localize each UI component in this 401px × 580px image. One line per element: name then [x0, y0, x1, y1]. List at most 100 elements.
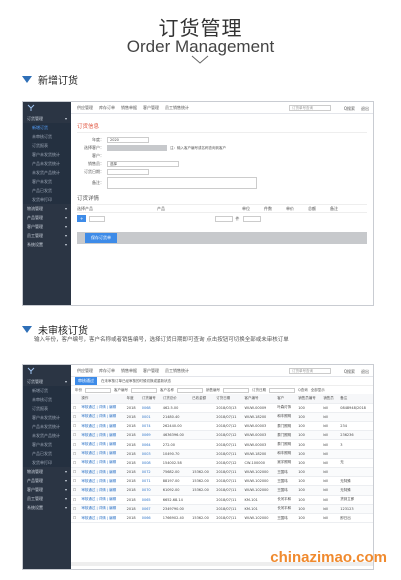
- logout-link[interactable]: 退出: [361, 106, 369, 112]
- filter-label[interactable]: Q查询: [298, 388, 308, 393]
- table-row[interactable]: ☐ 审核通过 | 详情 | 编辑 2018 0067 2349790.00 2018/07…: [71, 504, 373, 514]
- date-input[interactable]: [107, 169, 149, 175]
- row-checkbox[interactable]: ☐: [71, 412, 80, 423]
- table-cell[interactable]: 0001: [139, 412, 161, 423]
- filter-label[interactable]: 全部显示: [311, 388, 325, 393]
- sidebar-item[interactable]: 客户未发货统计: [23, 413, 71, 422]
- row-checkbox[interactable]: ☐: [71, 467, 80, 478]
- top-nav-item[interactable]: 销售单据: [121, 368, 137, 374]
- table-cell[interactable]: 0068: [139, 403, 161, 413]
- sidebar-item[interactable]: 未审核订货: [23, 132, 71, 141]
- sidebar-item[interactable]: 客户未发货统计: [23, 150, 71, 159]
- table-row[interactable]: ☐ 审核通过 | 详情 | 编辑 2018 0071 88197.00 15362.00 2…: [71, 476, 373, 487]
- sidebar-item[interactable]: 物流管理 ▾: [23, 467, 71, 476]
- table-cell[interactable]: 审核通过 | 详情 | 编辑: [79, 449, 125, 459]
- table-cell[interactable]: 0074: [139, 421, 161, 432]
- table-cell[interactable]: 审核通过 | 详情 | 编辑: [79, 513, 125, 524]
- sidebar-item[interactable]: 未发货产品统计: [23, 168, 71, 177]
- row-checkbox[interactable]: ☐: [71, 449, 80, 459]
- sidebar-item[interactable]: 客户管理 ▾: [23, 222, 71, 231]
- row-checkbox[interactable]: ☐: [71, 439, 80, 450]
- table-cell[interactable]: 0008: [139, 458, 161, 469]
- search-button[interactable]: Q搜索: [344, 369, 355, 375]
- sidebar-item[interactable]: 订货管理 ▾: [23, 114, 71, 123]
- table-row[interactable]: ☐ 审核通过 | 详情 | 编辑 2018 0070 61092.00 15362.00 2…: [71, 485, 373, 496]
- filter-input[interactable]: [177, 387, 203, 393]
- sidebar-item[interactable]: 产品管理 ▾: [23, 476, 71, 485]
- sidebar-item[interactable]: 订货报表: [23, 404, 71, 413]
- year-input[interactable]: 2020: [107, 137, 149, 143]
- top-nav-item[interactable]: 客户管理: [143, 368, 159, 374]
- row-checkbox[interactable]: ☐: [71, 495, 80, 505]
- table-row[interactable]: ☐ 审核通过 | 详情 | 编辑 2018 0074 262440.00 2018/07/…: [71, 421, 373, 432]
- table-row[interactable]: ☐ 审核通过 | 详情 | 编辑 2018 0066 1766902.40 15362.0…: [71, 513, 373, 524]
- filter-input[interactable]: [85, 387, 111, 393]
- row-checkbox[interactable]: ☐: [71, 504, 80, 514]
- remark-textarea[interactable]: [107, 177, 257, 189]
- top-nav-item[interactable]: 客户管理: [143, 105, 159, 111]
- table-cell[interactable]: 审核通过 | 详情 | 编辑: [79, 403, 125, 413]
- approve-button[interactable]: 审核通过: [75, 377, 97, 385]
- table-row[interactable]: ☐ 审核通过 | 详情 | 编辑 2018 0001 21480.40 2018/07/1…: [71, 412, 373, 423]
- table-row[interactable]: ☐ 审核通过 | 详情 | 编辑 2018 0003 10490.70 2018/07/1…: [71, 449, 373, 459]
- top-nav-item[interactable]: 员工销售统计: [165, 105, 189, 111]
- row-checkbox[interactable]: ☐: [71, 485, 80, 496]
- table-row[interactable]: ☐ 审核通过 | 详情 | 编辑 2018 0069 4636396.00 2018/07…: [71, 430, 373, 441]
- table-cell[interactable]: 审核通过 | 详情 | 编辑: [79, 504, 125, 514]
- table-row[interactable]: ☐ 审核通过 | 详情 | 编辑 2018 0064 272.00 2018/07/11 W…: [71, 439, 373, 450]
- table-cell[interactable]: 审核通过 | 详情 | 编辑: [79, 421, 125, 432]
- customer-input[interactable]: [107, 145, 167, 151]
- sidebar-item[interactable]: 产品已发货: [23, 449, 71, 458]
- sidebar-item[interactable]: 客户管理 ▾: [23, 485, 71, 494]
- table-cell[interactable]: 0064: [139, 439, 161, 450]
- table-cell[interactable]: 审核通过 | 详情 | 编辑: [79, 439, 125, 450]
- sidebar-item[interactable]: 客户未发货: [23, 440, 71, 449]
- filter-input[interactable]: [269, 387, 295, 393]
- row-checkbox[interactable]: ☐: [71, 513, 80, 524]
- table-cell[interactable]: 审核通过 | 详情 | 编辑: [79, 458, 125, 469]
- table-cell[interactable]: 0067: [139, 504, 161, 514]
- top-nav-item[interactable]: 库存订单: [99, 368, 115, 374]
- search-button[interactable]: Q搜索: [344, 106, 355, 112]
- table-cell[interactable]: 审核通过 | 详情 | 编辑: [79, 412, 125, 423]
- row-checkbox[interactable]: ☐: [71, 476, 80, 487]
- sidebar-item[interactable]: 订货报表: [23, 141, 71, 150]
- sales-select[interactable]: 选择: [107, 161, 179, 167]
- logout-link[interactable]: 退出: [361, 369, 369, 375]
- sidebar-item[interactable]: 发货单打印: [23, 195, 71, 204]
- sidebar-item[interactable]: 新增订货: [23, 386, 71, 395]
- table-row[interactable]: ☐ 审核通过 | 详情 | 编辑 2018 0072 75682.00 15362.00 2…: [71, 467, 373, 478]
- table-cell[interactable]: 0069: [139, 430, 161, 441]
- sidebar-item[interactable]: 产品已发货: [23, 186, 71, 195]
- add-row-button[interactable]: +: [77, 215, 87, 222]
- unit-input[interactable]: [215, 215, 234, 222]
- table-cell[interactable]: 0066: [139, 513, 161, 524]
- table-cell[interactable]: 审核通过 | 详情 | 编辑: [79, 467, 125, 478]
- sidebar-item[interactable]: 产品管理 ▾: [23, 213, 71, 222]
- qty-input[interactable]: [243, 215, 262, 222]
- table-cell[interactable]: 审核通过 | 详情 | 编辑: [79, 485, 125, 496]
- sidebar-item[interactable]: 未审核订货: [23, 395, 71, 404]
- sidebar-item[interactable]: 员工管理 ▾: [23, 494, 71, 503]
- row-checkbox[interactable]: ☐: [71, 430, 80, 441]
- top-nav-item[interactable]: 供应管理: [77, 105, 93, 111]
- sidebar-item[interactable]: 物流管理 ▾: [23, 204, 71, 213]
- sidebar-item[interactable]: 新增订货: [23, 123, 71, 132]
- sidebar-item[interactable]: 订货管理 ▾: [23, 377, 71, 386]
- row-checkbox[interactable]: ☐: [71, 458, 80, 469]
- table-cell[interactable]: 审核通过 | 详情 | 编辑: [79, 495, 125, 505]
- table-cell[interactable]: 审核通过 | 详情 | 编辑: [79, 476, 125, 487]
- table-row[interactable]: ☐ 审核通过 | 详情 | 编辑 2018 0068 462.5.00 2018/03/1…: [71, 403, 373, 413]
- table-cell[interactable]: 0070: [139, 485, 161, 496]
- sidebar-item[interactable]: 客户未发货: [23, 177, 71, 186]
- top-nav-item[interactable]: 供应管理: [77, 368, 93, 374]
- row-checkbox[interactable]: ☐: [71, 421, 80, 432]
- sidebar-item[interactable]: 员工管理 ▾: [23, 231, 71, 240]
- filter-input[interactable]: [223, 387, 249, 393]
- table-cell[interactable]: 0072: [139, 467, 161, 478]
- table-row[interactable]: ☐ 审核通过 | 详情 | 编辑 2018 0008 154002.58 2018/07/…: [71, 458, 373, 469]
- table-cell[interactable]: 审核通过 | 详情 | 编辑: [79, 430, 125, 441]
- sidebar-item[interactable]: 系统设置 ▾: [23, 503, 71, 512]
- table-row[interactable]: ☐ 审核通过 | 详情 | 编辑 2018 0065 6652.68.14 2018/07…: [71, 495, 373, 505]
- search-input[interactable]: 订货单号查询: [289, 368, 331, 374]
